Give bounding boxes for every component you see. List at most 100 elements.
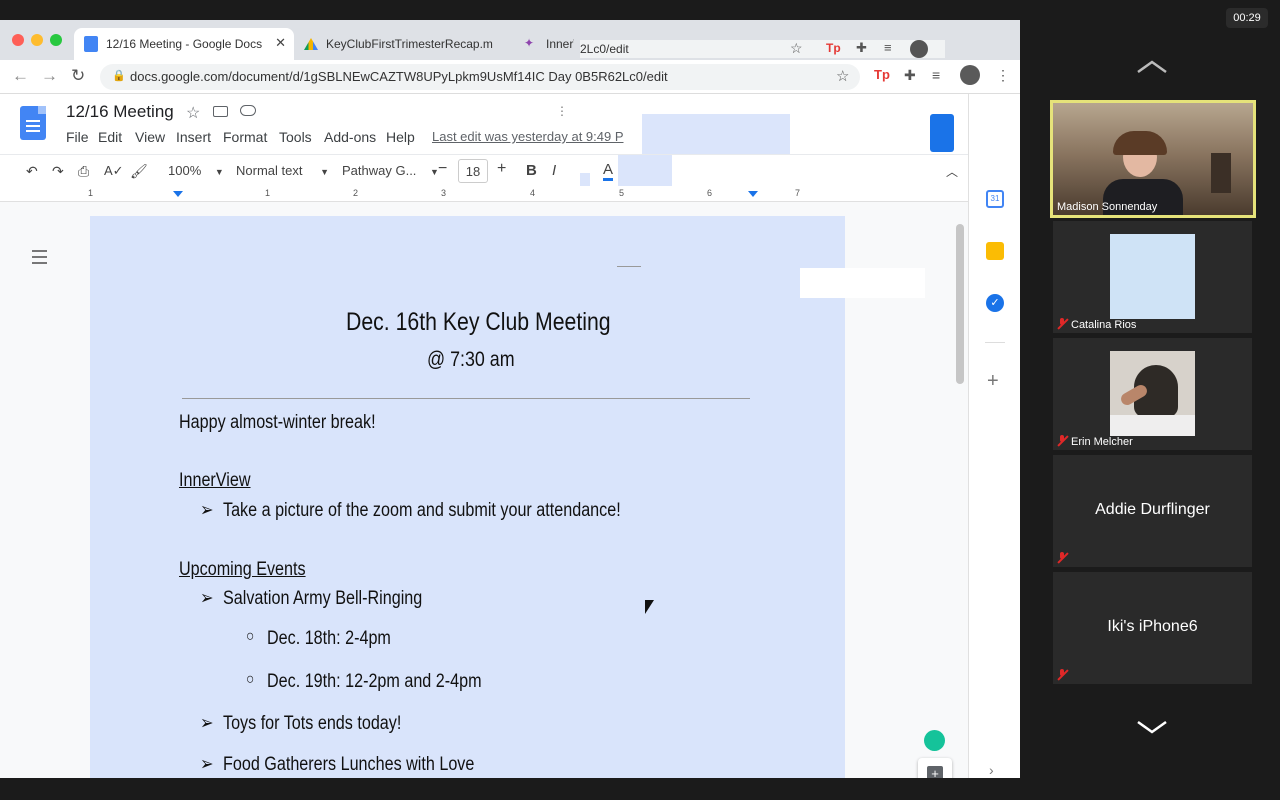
side-panel: 31 ✓ + ›	[968, 94, 1020, 778]
undo-icon[interactable]: ↶	[26, 163, 38, 180]
tp-extension-icon[interactable]: Tp	[874, 67, 890, 82]
address-bar[interactable]: 🔒 docs.google.com/document/d/1gSBLNEwCAZ…	[100, 64, 860, 90]
tab-google-docs[interactable]: 12/16 Meeting - Google Docs ✕	[74, 28, 294, 60]
browser-menu-icon[interactable]: ⋮	[996, 67, 1010, 84]
right-indent-marker-icon[interactable]	[748, 191, 758, 197]
italic-icon[interactable]: I	[552, 162, 556, 179]
gallery-scroll-up-icon[interactable]	[1136, 58, 1168, 74]
forward-arrow-icon[interactable]: →	[41, 66, 58, 86]
menu-help[interactable]: Help	[386, 129, 415, 145]
tasks-icon[interactable]: ✓	[986, 294, 1004, 312]
spellcheck-icon[interactable]: A✓	[104, 163, 124, 179]
participant-tile-erin[interactable]: Erin Melcher	[1053, 338, 1252, 450]
tab-label: KeyClubFirstTrimesterRecap.m	[326, 37, 493, 51]
font-size-decrease-button[interactable]: −	[438, 160, 447, 178]
print-icon[interactable]: ⎙	[78, 163, 89, 180]
participant-avatar	[1110, 351, 1195, 436]
add-comment-button[interactable]: +	[918, 758, 952, 778]
indent-marker-icon[interactable]	[173, 191, 183, 197]
tab-innerview[interactable]: ✦ InnerV	[514, 28, 574, 60]
minimize-window-button[interactable]	[31, 34, 43, 46]
add-addon-icon[interactable]: +	[987, 370, 999, 393]
menu-edit[interactable]: Edit	[98, 129, 122, 145]
menu-tools[interactable]: Tools	[279, 129, 312, 145]
doc-title-heading: Dec. 16th Key Club Meeting	[346, 308, 611, 336]
glitch-dots: ⋮	[556, 104, 568, 118]
menu-view[interactable]: View	[135, 129, 165, 145]
extensions-puzzle-icon[interactable]: ✚	[904, 67, 916, 84]
participant-tile-iki[interactable]: Iki's iPhone6	[1053, 572, 1252, 684]
keep-icon[interactable]	[986, 242, 1004, 260]
reload-icon[interactable]: ↻	[71, 66, 85, 86]
bookmark-star-icon[interactable]: ☆	[836, 67, 849, 85]
font-size-increase-button[interactable]: +	[497, 160, 506, 178]
arrow-bullet-icon: ➢	[200, 754, 214, 775]
zoom-select[interactable]: 100% ▼	[168, 163, 224, 178]
tp-extension-icon[interactable]: Tp	[826, 41, 841, 55]
ruler: 1 1 2 3 4 5 6 7	[0, 186, 968, 202]
redo-icon[interactable]: ↷	[52, 163, 64, 180]
arrow-bullet-icon: ➢	[200, 500, 214, 521]
address-row: ← → ↻ 🔒 docs.google.com/document/d/1gSBL…	[0, 60, 1020, 94]
participant-avatar	[1110, 234, 1195, 319]
chevron-down-icon: ▼	[320, 167, 330, 177]
media-control-icon[interactable]: ≡	[884, 40, 892, 55]
profile-avatar[interactable]	[910, 40, 928, 58]
event-date-2: Dec. 19th: 12-2pm and 2-4pm	[267, 671, 482, 692]
tab-keyclub-recap[interactable]: KeyClubFirstTrimesterRecap.m	[294, 28, 514, 60]
bold-icon[interactable]: B	[526, 162, 537, 179]
star-icon[interactable]: ☆	[186, 103, 200, 123]
shared-screen: 12/16 Meeting - Google Docs ✕ KeyClubFir…	[0, 20, 1020, 778]
vertical-scrollbar[interactable]	[956, 224, 964, 384]
close-window-button[interactable]	[12, 34, 24, 46]
browser-tab-strip: 12/16 Meeting - Google Docs ✕ KeyClubFir…	[0, 20, 1020, 60]
participant-tile-catalina[interactable]: Catalina Rios	[1053, 221, 1252, 333]
text-color-icon[interactable]: A	[603, 161, 614, 181]
panel-divider	[985, 342, 1005, 343]
muted-mic-icon	[1057, 435, 1067, 447]
collapse-toolbar-icon[interactable]: ︿	[946, 163, 958, 180]
font-select[interactable]: Pathway G... ▼	[342, 163, 439, 178]
screen-share-artifact	[800, 268, 925, 298]
chevron-down-icon: ▼	[214, 167, 224, 177]
upcoming-events-heading: Upcoming Events	[179, 559, 306, 580]
lock-icon: 🔒	[112, 70, 126, 82]
menu-addons[interactable]: Add-ons	[324, 129, 376, 145]
menu-insert[interactable]: Insert	[176, 129, 211, 145]
document-title[interactable]: 12/16 Meeting	[66, 102, 174, 122]
maximize-window-button[interactable]	[50, 34, 62, 46]
participant-name: Catalina Rios	[1071, 319, 1137, 331]
last-edit-link[interactable]: Last edit was yesterday at 9:49 P	[432, 129, 624, 144]
move-folder-icon[interactable]	[213, 106, 228, 117]
media-control-icon[interactable]: ≡	[932, 67, 940, 83]
calendar-icon[interactable]: 31	[986, 190, 1004, 208]
style-select[interactable]: Normal text ▼	[236, 163, 329, 178]
circle-bullet-icon: ○	[246, 628, 255, 645]
participant-tile-madison[interactable]: Madison Sonnenday	[1050, 100, 1256, 218]
menu-format[interactable]: Format	[223, 129, 267, 145]
overlay-url-fragment: 2Lc0/edit ☆ Tp ✚ ≡	[580, 40, 945, 58]
style-value: Normal text	[236, 163, 303, 178]
close-tab-icon[interactable]: ✕	[275, 35, 286, 51]
bookmark-star-icon[interactable]: ☆	[790, 40, 803, 57]
paint-format-icon[interactable]: 🖌	[130, 163, 148, 180]
document-outline-icon[interactable]	[32, 250, 47, 264]
extensions-puzzle-icon[interactable]: ✚	[856, 40, 867, 56]
document-page[interactable]: Dec. 16th Key Club Meeting @ 7:30 am Hap…	[90, 216, 925, 778]
participant-tile-addie[interactable]: Addie Durflinger	[1053, 455, 1252, 567]
back-arrow-icon[interactable]: ←	[12, 66, 29, 86]
muted-mic-icon	[1057, 552, 1067, 564]
gallery-scroll-down-icon[interactable]	[1136, 720, 1168, 736]
event-date-1: Dec. 18th: 2-4pm	[267, 628, 391, 649]
grammarly-icon[interactable]	[924, 730, 945, 751]
expand-panel-icon[interactable]: ›	[989, 762, 994, 778]
arrow-bullet-icon: ➢	[200, 713, 214, 734]
font-size-input[interactable]: 18	[458, 159, 488, 183]
document-canvas: Dec. 16th Key Club Meeting @ 7:30 am Hap…	[0, 202, 968, 778]
menu-file[interactable]: File	[66, 129, 89, 145]
doc-meeting-time: @ 7:30 am	[427, 348, 515, 371]
tab-label: InnerV	[546, 37, 574, 51]
docs-logo-icon[interactable]	[20, 106, 46, 140]
participant-name: Addie Durflinger	[1095, 501, 1210, 518]
profile-avatar[interactable]	[960, 65, 980, 85]
